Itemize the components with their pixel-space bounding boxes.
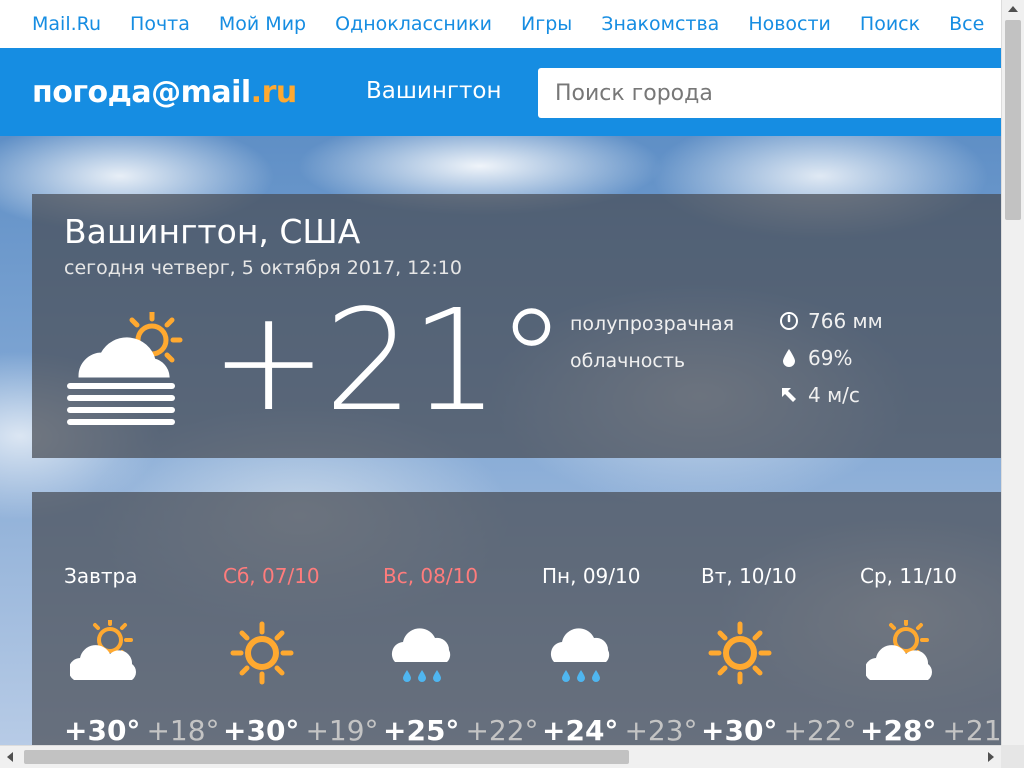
forecast-temp-min: +19° xyxy=(305,714,379,745)
portal-link-vse[interactable]: Все xyxy=(949,13,984,35)
forecast-day[interactable]: Вс, 08/10 +25° +22° xyxy=(383,492,543,745)
forecast-temp-max: +24° xyxy=(542,714,619,745)
forecast-temps: +25° +22° xyxy=(383,714,539,745)
vertical-scrollbar[interactable] xyxy=(1001,0,1024,745)
forecast-day[interactable]: Ср, 11/10 +28° +21 xyxy=(860,492,1001,745)
forecast-panel: Завтра +30° +18° Сб, 07/10 +30° +19° Вс, 0… xyxy=(32,492,1001,745)
current-temperature: +21° xyxy=(210,280,566,443)
header-city-link[interactable]: Вашингтон xyxy=(366,78,502,104)
horizontal-scrollbar[interactable] xyxy=(0,745,1001,768)
current-city-title: Вашингтон, США xyxy=(64,212,361,251)
portal-link-moy-mir[interactable]: Мой Мир xyxy=(219,13,306,35)
forecast-temps: +30° +18° xyxy=(64,714,220,745)
scroll-left-arrow-icon[interactable] xyxy=(7,752,13,762)
humidity-value: 69% xyxy=(808,345,853,370)
pressure-gauge-icon xyxy=(778,310,800,332)
forecast-day[interactable]: Сб, 07/10 +30° +19° xyxy=(223,492,383,745)
forecast-temp-min: +22° xyxy=(465,714,539,745)
forecast-day[interactable]: Пн, 09/10 +24° +23° xyxy=(542,492,702,745)
wind-stat: 4 м/с xyxy=(778,376,883,413)
sun-icon xyxy=(708,621,772,685)
scroll-right-arrow-icon[interactable] xyxy=(988,752,994,762)
forecast-temp-min: +22° xyxy=(783,714,857,745)
condition-line-1: полупрозрачная xyxy=(570,313,735,335)
current-date: сегодня четверг, 5 октября 2017, 12:10 xyxy=(64,257,462,279)
pogoda-logo[interactable]: погода@mail .ru xyxy=(32,72,297,112)
forecast-temp-min: +21 xyxy=(942,714,1001,745)
logo-suffix-text: .ru xyxy=(250,74,298,110)
logo-main-text: погода@mail xyxy=(32,74,251,110)
forecast-temp-max: +30° xyxy=(701,714,778,745)
forecast-temp-min: +18° xyxy=(146,714,220,745)
forecast-day[interactable]: Вт, 10/10 +30° +22° xyxy=(701,492,861,745)
partly-cloudy-fog-icon xyxy=(67,312,183,425)
wind-value: 4 м/с xyxy=(808,382,860,407)
portal-link-odnoklassniki[interactable]: Одноклассники xyxy=(335,13,492,35)
current-stats: 766 мм 69% 4 м/с xyxy=(778,302,883,413)
forecast-day-name: Ср, 11/10 xyxy=(860,564,958,588)
portal-link-mailru[interactable]: Mail.Ru xyxy=(32,13,101,35)
pressure-value: 766 мм xyxy=(808,308,883,333)
forecast-temps: +30° +22° xyxy=(701,714,857,745)
partly-cloudy-icon xyxy=(866,620,932,680)
forecast-temps: +28° +21 xyxy=(860,714,1001,745)
forecast-temps: +30° +19° xyxy=(223,714,379,745)
portal-link-poisk[interactable]: Поиск xyxy=(860,13,920,35)
portal-link-znakomstva[interactable]: Знакомства xyxy=(601,13,719,35)
forecast-day-name: Вт, 10/10 xyxy=(701,564,797,588)
vertical-scroll-thumb[interactable] xyxy=(1005,20,1021,220)
water-drop-icon xyxy=(778,347,800,369)
forecast-temp-min: +23° xyxy=(624,714,698,745)
condition-line-2: облачность xyxy=(570,350,686,372)
scrollbar-corner xyxy=(1001,745,1024,768)
rain-icon xyxy=(550,628,610,682)
current-condition: полупрозрачная облачность xyxy=(570,306,770,380)
forecast-day-name: Пн, 09/10 xyxy=(542,564,641,588)
sun-icon xyxy=(230,621,294,685)
scroll-up-arrow-icon[interactable] xyxy=(1008,6,1018,12)
forecast-temp-max: +30° xyxy=(223,714,300,745)
portal-link-pochta[interactable]: Почта xyxy=(130,13,190,35)
forecast-temp-max: +25° xyxy=(383,714,460,745)
forecast-day-name: Завтра xyxy=(64,564,138,588)
portal-link-igry[interactable]: Игры xyxy=(521,13,572,35)
portal-nav: Mail.Ru Почта Мой Мир Одноклассники Игры… xyxy=(0,0,1001,48)
wind-direction-arrow-icon xyxy=(778,384,800,406)
pressure-stat: 766 мм xyxy=(778,302,883,339)
forecast-day[interactable]: Завтра +30° +18° xyxy=(64,492,224,745)
forecast-day-name: Сб, 07/10 xyxy=(223,564,320,588)
portal-link-novosti[interactable]: Новости xyxy=(748,13,831,35)
current-weather-panel: Вашингтон, США сегодня четверг, 5 октябр… xyxy=(32,194,1001,458)
forecast-day-name: Вс, 08/10 xyxy=(383,564,479,588)
horizontal-scroll-thumb[interactable] xyxy=(24,750,629,764)
rain-icon xyxy=(391,628,451,682)
forecast-temps: +24° +23° xyxy=(542,714,698,745)
forecast-temp-max: +28° xyxy=(860,714,937,745)
city-search-input[interactable] xyxy=(538,68,1001,118)
forecast-temp-max: +30° xyxy=(64,714,141,745)
humidity-stat: 69% xyxy=(778,339,883,376)
partly-cloudy-icon xyxy=(70,620,136,680)
site-header: погода@mail .ru Вашингтон xyxy=(0,48,1001,136)
